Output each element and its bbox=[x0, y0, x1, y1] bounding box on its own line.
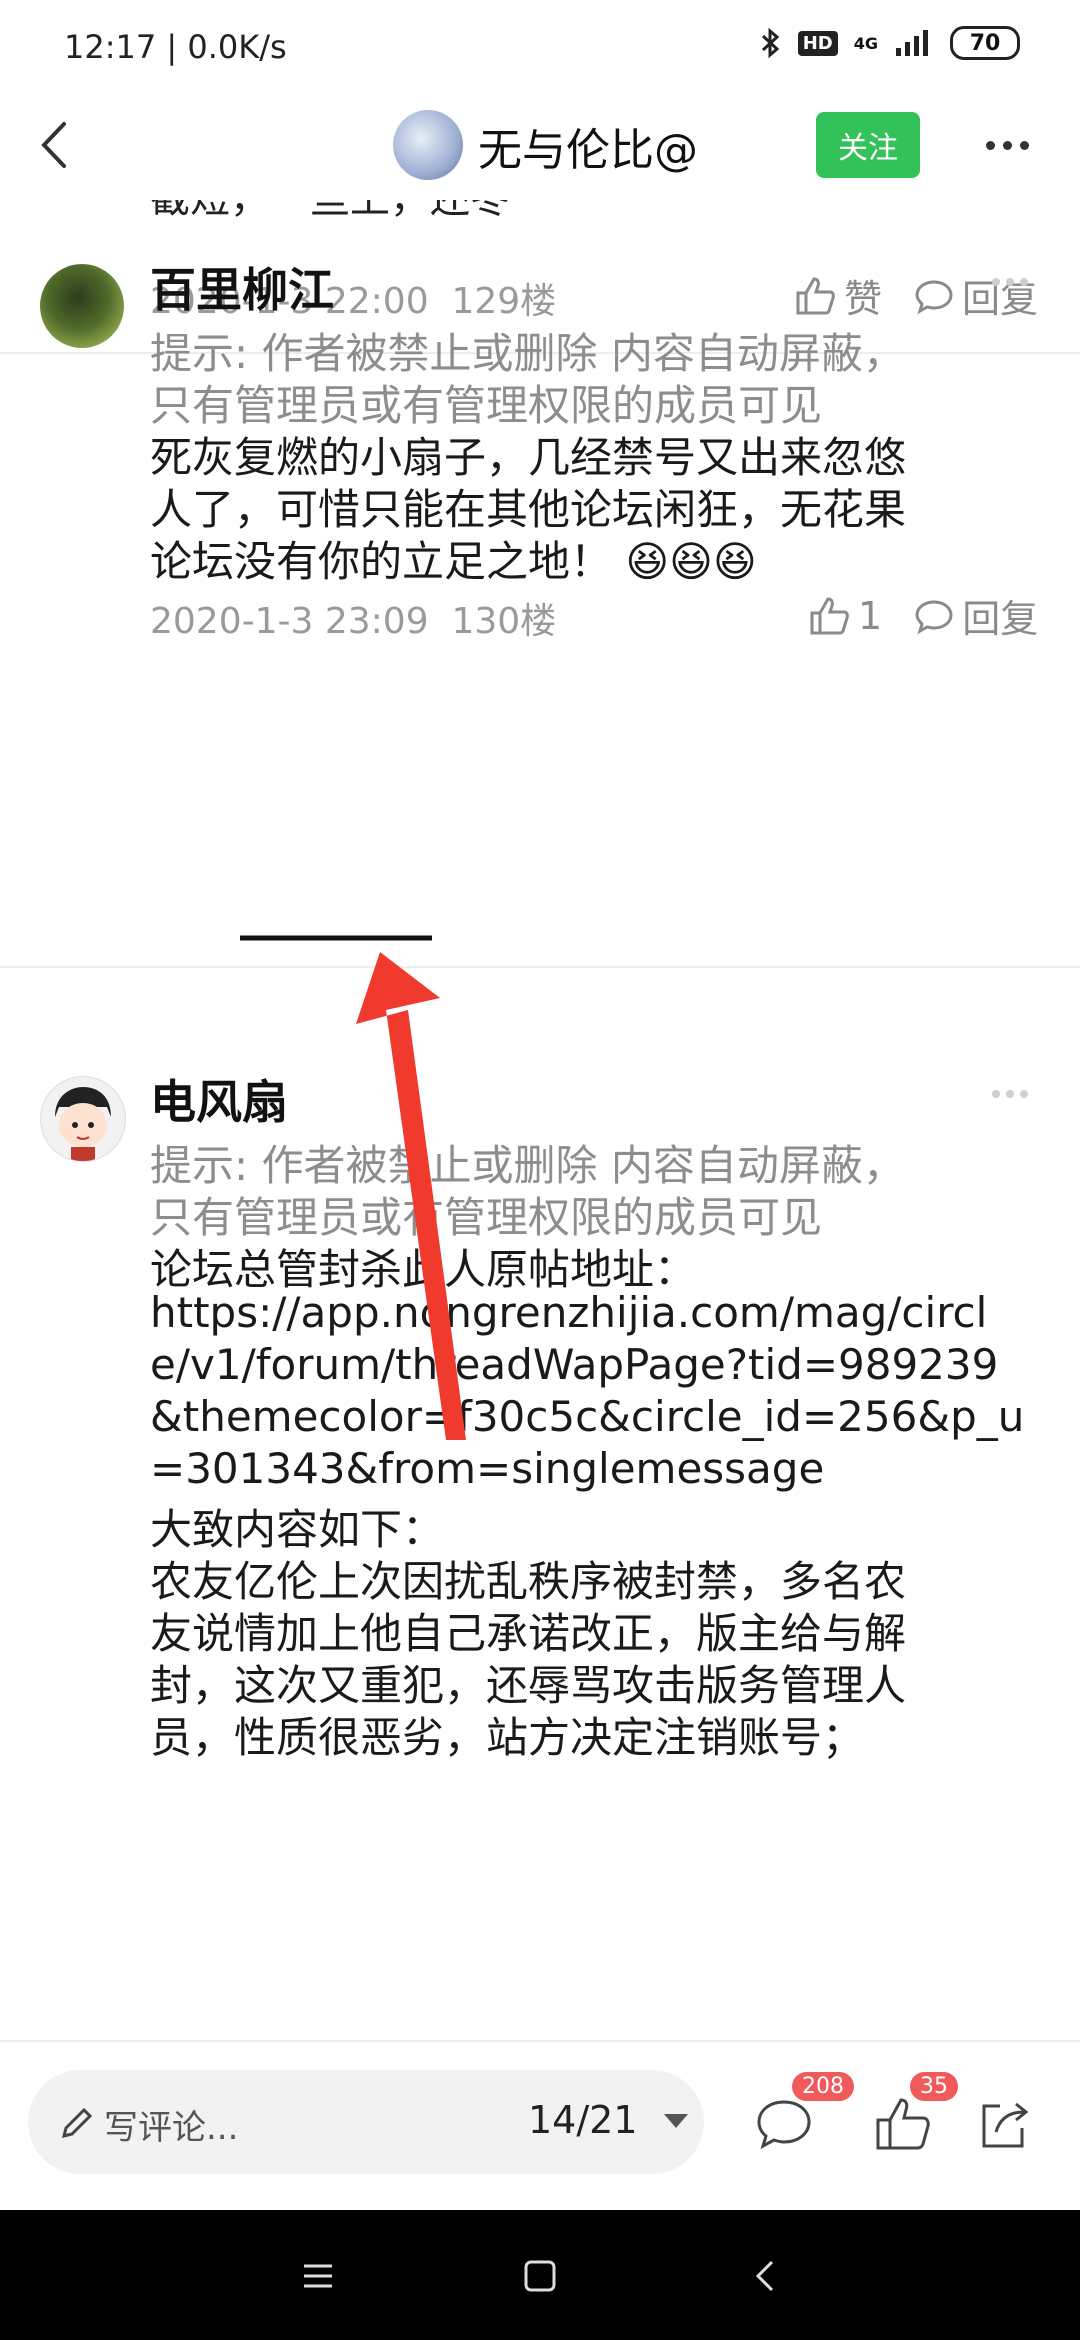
like-count-badge: 35 bbox=[910, 2072, 958, 2101]
reply-label: 回复 bbox=[962, 277, 1039, 321]
system-nav-bar bbox=[0, 2210, 1080, 2340]
battery-indicator: 70 bbox=[950, 26, 1020, 60]
bottom-action-bar: 写评论... 14/21 208 35 bbox=[0, 2040, 1080, 2212]
post-body-line: 论坛没有你的立足之地！ 😆😆😆 bbox=[150, 528, 757, 589]
comment-icon[interactable] bbox=[752, 2092, 816, 2156]
post-floor: 130楼 bbox=[451, 601, 557, 642]
cutoff-text: 截短，一些上，还冬 bbox=[150, 200, 510, 224]
avatar[interactable] bbox=[40, 264, 124, 348]
comment-count-badge: 208 bbox=[792, 2072, 854, 2101]
post-body-text: 论坛没有你的立足之地！ bbox=[150, 537, 613, 586]
status-icons: HD 4G 70 bbox=[760, 26, 1020, 60]
like-button[interactable]: 赞 bbox=[792, 268, 882, 323]
more-icon[interactable] bbox=[992, 278, 1028, 286]
reply-icon bbox=[915, 599, 953, 634]
thumb-up-icon bbox=[810, 596, 849, 634]
back-icon[interactable] bbox=[22, 110, 92, 180]
username[interactable]: 电风扇 bbox=[150, 1066, 288, 1132]
post-meta: 2020-1-3 23:09 130楼 bbox=[150, 592, 556, 644]
like-count: 1 bbox=[858, 593, 883, 638]
signal-icon bbox=[896, 30, 928, 56]
hd-badge: HD bbox=[797, 30, 838, 56]
status-time: 12:17 | 0.0K/s bbox=[64, 28, 287, 66]
post-actions: 1 回复 bbox=[806, 588, 1038, 643]
status-bar: 12:17 | 0.0K/s HD 4G 70 bbox=[0, 0, 1080, 90]
page-indicator[interactable]: 14/21 bbox=[528, 2098, 638, 2142]
laughing-emoji: 😆😆😆 bbox=[625, 537, 757, 586]
post-body-line: 员，性质很恶劣，站方决定注销账号； bbox=[150, 1713, 865, 1762]
share-icon[interactable] bbox=[972, 2092, 1036, 2156]
reply-button[interactable]: 回复 bbox=[912, 268, 1038, 323]
back-sys-icon[interactable] bbox=[742, 2252, 790, 2300]
post-body-line: =301343&from=singlemessage bbox=[150, 1444, 825, 1493]
author-avatar[interactable] bbox=[393, 110, 463, 180]
reply-icon bbox=[915, 279, 953, 314]
like-label: 赞 bbox=[844, 277, 883, 321]
like-button[interactable]: 1 bbox=[806, 593, 882, 639]
post-date: 2020-1-3 23:09 bbox=[150, 601, 429, 642]
divider bbox=[0, 966, 1080, 968]
network-label: 4G bbox=[853, 33, 878, 53]
bluetooth-icon bbox=[761, 27, 779, 59]
cartoon-face-icon bbox=[55, 1087, 111, 1161]
thumb-up-icon[interactable] bbox=[870, 2092, 934, 2156]
comment-input[interactable]: 写评论... 14/21 bbox=[28, 2070, 704, 2174]
more-icon[interactable] bbox=[986, 130, 1046, 160]
reply-label: 回复 bbox=[962, 597, 1039, 641]
comment-list: 截短，一些上，还冬 2020-1-3 22:00 129楼 赞 回复 百里柳江 … bbox=[0, 200, 1080, 2040]
post-body-line: &themecolor=f30c5c&circle_id=256&p_u bbox=[150, 1392, 1025, 1441]
avatar[interactable] bbox=[40, 1076, 126, 1162]
post-actions: 赞 回复 bbox=[792, 268, 1038, 323]
page-title: 无与伦比@ bbox=[478, 125, 698, 176]
thumb-up-icon bbox=[796, 276, 835, 314]
follow-button[interactable]: 关注 bbox=[816, 112, 920, 178]
menu-icon[interactable] bbox=[294, 2252, 342, 2300]
pencil-icon bbox=[61, 2107, 93, 2139]
more-icon[interactable] bbox=[992, 1090, 1028, 1098]
home-icon[interactable] bbox=[516, 2252, 564, 2300]
post-body-line: e/v1/forum/threadWapPage?tid=989239 bbox=[150, 1340, 999, 1389]
caret-down-icon[interactable] bbox=[664, 2114, 688, 2128]
reply-button[interactable]: 回复 bbox=[912, 588, 1038, 643]
post-body-line: https://app.nongrenzhijia.com/mag/circl bbox=[150, 1288, 988, 1337]
top-nav: 无与伦比@ 关注 bbox=[0, 90, 1080, 200]
comment-placeholder: 写评论... bbox=[104, 2108, 239, 2148]
post-floor: 129楼 bbox=[451, 281, 557, 322]
username[interactable]: 百里柳江 bbox=[150, 254, 334, 320]
